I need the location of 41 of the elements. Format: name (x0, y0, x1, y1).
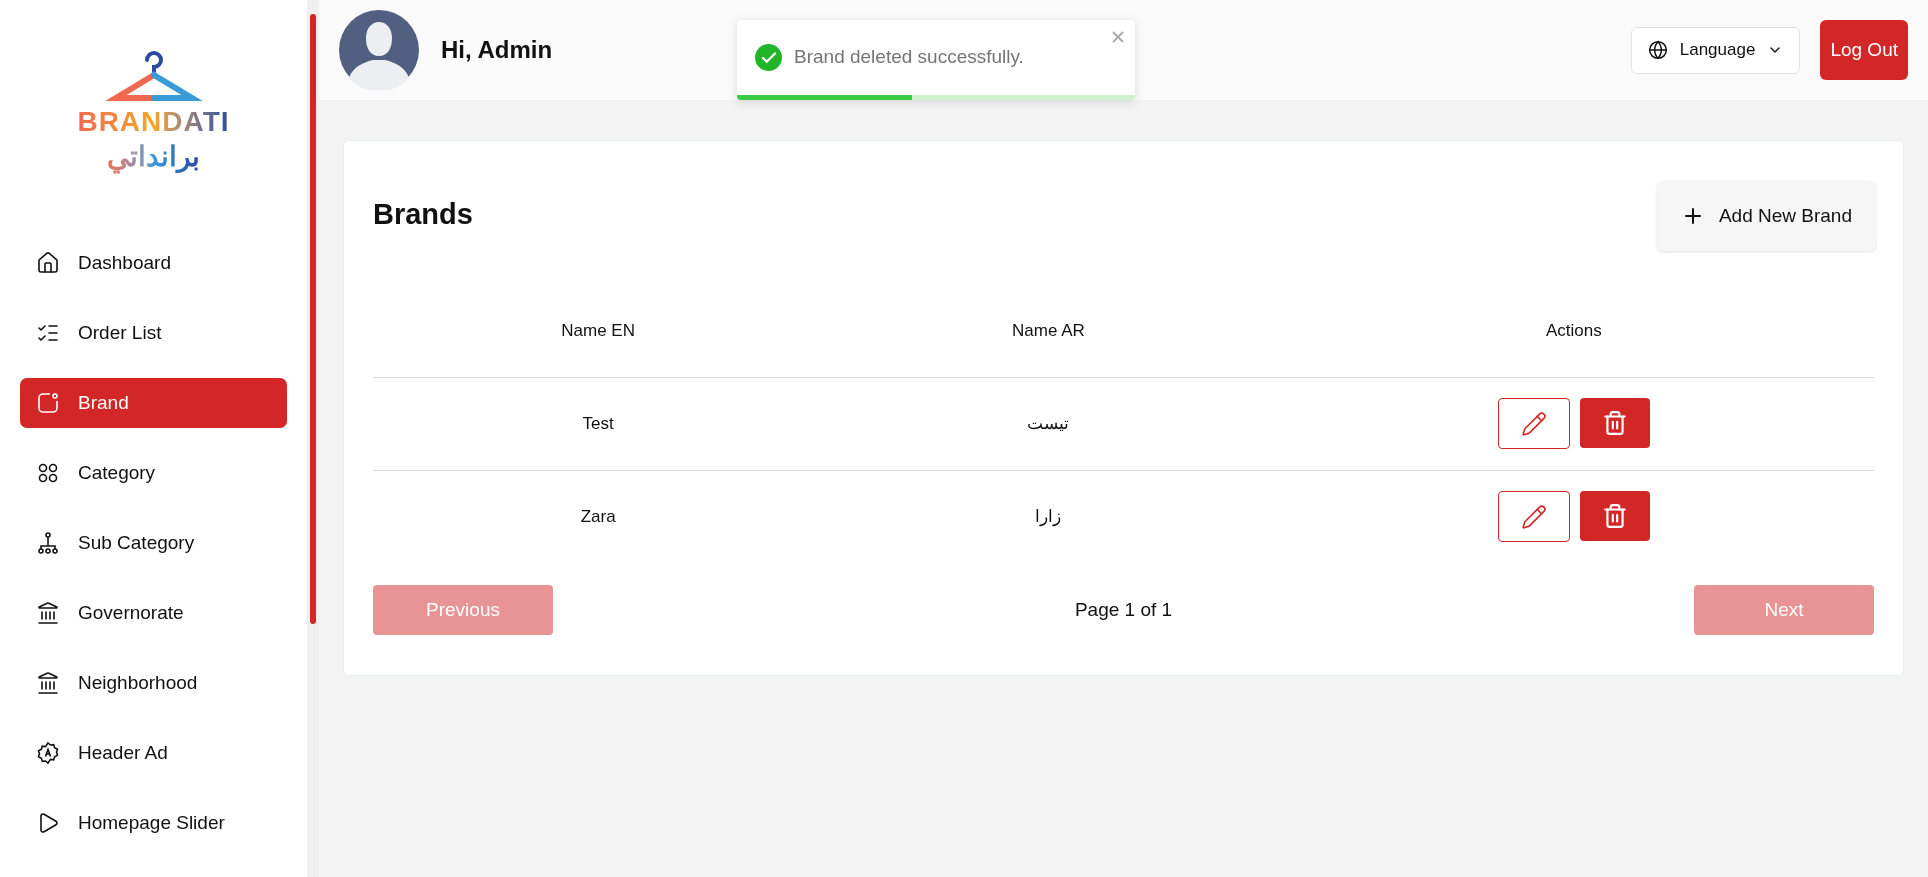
table-cell: تيست (1027, 413, 1070, 433)
edit-button[interactable] (1497, 398, 1570, 449)
pencil-icon (1520, 410, 1547, 437)
sidebar-item[interactable]: Dashboard (20, 238, 287, 288)
sidebar-item[interactable]: Header Ad (20, 728, 287, 778)
home-icon (36, 251, 60, 275)
logout-button[interactable]: Log Out (1820, 20, 1908, 80)
table-cell: Test (582, 413, 614, 433)
language-dropdown[interactable]: Language (1630, 26, 1801, 74)
sidebar-item[interactable]: Homepage Slider (20, 798, 287, 848)
trash-icon (1601, 410, 1628, 436)
sidebar-item[interactable]: Category (20, 448, 287, 498)
trash-icon (1601, 503, 1628, 530)
scrollbar-thumb[interactable] (310, 14, 316, 624)
hierarchy-icon (36, 531, 60, 555)
edit-button[interactable] (1497, 491, 1570, 543)
column-header: Actions (1545, 321, 1602, 340)
table-cell: زارا (1035, 507, 1062, 526)
bank-building-icon (36, 601, 60, 625)
delete-button[interactable] (1579, 491, 1650, 542)
column-header: Name AR (1012, 321, 1085, 340)
sidebar-item[interactable]: Governorate (20, 588, 287, 638)
sidebar-item[interactable]: Brand (20, 378, 287, 428)
four-circles-icon (36, 461, 60, 485)
sidebar-item[interactable]: Order List (20, 308, 287, 358)
column-header: Name EN (561, 321, 635, 340)
rounded-square-dot-icon (36, 391, 60, 415)
success-check-icon (755, 44, 782, 71)
sidebar-item[interactable]: Neighborhood (20, 658, 287, 708)
delete-button[interactable] (1579, 398, 1650, 448)
table-cell: Zara (580, 507, 616, 526)
toast-message: Brand deleted successfully. (794, 45, 1024, 70)
page-title: Brands (373, 197, 473, 232)
pencil-icon (1520, 503, 1547, 530)
badge-letter-icon (36, 741, 60, 765)
page-info: Page 1 of 1 (1074, 597, 1173, 622)
bank-building-icon (36, 671, 60, 695)
sidebar-item[interactable]: Sub Category (20, 518, 287, 568)
greeting-text: Hi, Admin (441, 35, 553, 65)
globe-icon (1647, 40, 1668, 60)
add-new-brand-button[interactable]: Add New Brand (1656, 181, 1876, 251)
